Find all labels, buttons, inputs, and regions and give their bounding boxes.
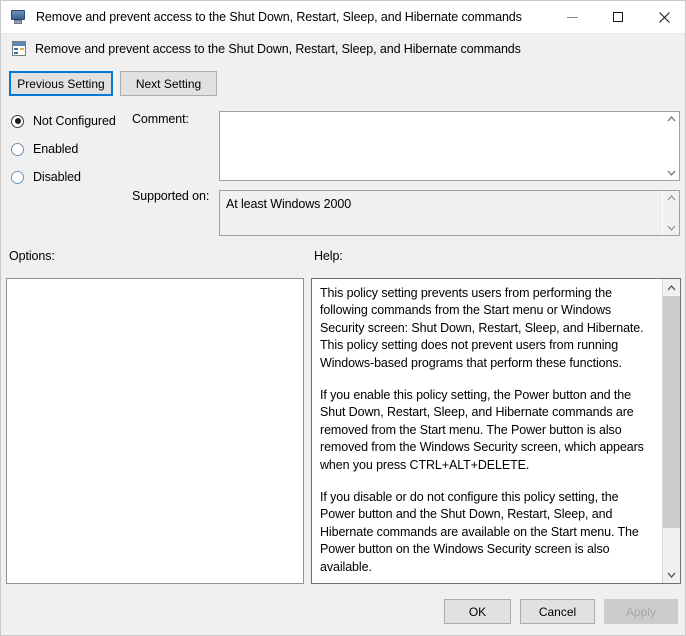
help-paragraph: If you enable this policy setting, the P… — [320, 388, 644, 472]
comment-label: Comment: — [132, 112, 189, 126]
help-label: Help: — [314, 249, 343, 263]
help-scroll-track[interactable] — [663, 296, 680, 566]
policy-header: Remove and prevent access to the Shut Do… — [11, 41, 521, 57]
close-icon[interactable] — [641, 1, 685, 33]
options-label: Options: — [9, 249, 55, 263]
radio-not-configured[interactable]: Not Configured — [11, 114, 116, 128]
radio-mark-enabled — [11, 142, 24, 156]
help-text: This policy setting prevents users from … — [312, 279, 662, 583]
group-policy-setting-dialog: Remove and prevent access to the Shut Do… — [0, 0, 686, 636]
policy-name: Remove and prevent access to the Shut Do… — [35, 42, 521, 56]
window-controls — [549, 1, 685, 33]
radio-mark-not-configured — [11, 114, 24, 128]
scroll-down-icon[interactable] — [663, 566, 680, 583]
apply-button: Apply — [604, 599, 678, 624]
supported-on-textbox[interactable]: At least Windows 2000 — [219, 190, 680, 236]
title-bar[interactable]: Remove and prevent access to the Shut Do… — [1, 1, 685, 33]
policy-monitor-icon — [11, 9, 27, 25]
comment-scrollbar[interactable] — [662, 112, 679, 180]
scroll-down-icon[interactable] — [663, 166, 679, 180]
help-scrollbar[interactable] — [662, 279, 680, 583]
scroll-up-icon[interactable] — [663, 112, 679, 126]
next-setting-button[interactable]: Next Setting — [120, 71, 217, 96]
radio-label-not-configured: Not Configured — [33, 114, 116, 128]
supported-on-value: At least Windows 2000 — [226, 197, 352, 211]
scroll-down-icon[interactable] — [663, 221, 679, 235]
previous-setting-button[interactable]: Previous Setting — [9, 71, 113, 96]
ok-button[interactable]: OK — [444, 599, 511, 624]
help-paragraph: If you disable or do not configure this … — [320, 490, 639, 574]
minimize-icon[interactable] — [549, 1, 595, 33]
radio-enabled[interactable]: Enabled — [11, 142, 78, 156]
radio-disabled[interactable]: Disabled — [11, 170, 81, 184]
options-panel[interactable] — [6, 278, 304, 584]
supported-on-scrollbar[interactable] — [662, 191, 679, 235]
supported-on-label: Supported on: — [132, 189, 210, 203]
maximize-icon[interactable] — [595, 1, 641, 33]
help-paragraph: This policy setting prevents users from … — [320, 286, 644, 370]
help-panel[interactable]: This policy setting prevents users from … — [311, 278, 681, 584]
comment-textbox[interactable] — [219, 111, 680, 181]
cancel-button[interactable]: Cancel — [520, 599, 595, 624]
titlebar-divider — [1, 33, 685, 34]
help-scroll-thumb[interactable] — [663, 296, 680, 529]
radio-mark-disabled — [11, 170, 24, 184]
scroll-up-icon[interactable] — [663, 191, 679, 205]
policy-setting-icon — [11, 41, 27, 57]
window-title: Remove and prevent access to the Shut Do… — [36, 10, 522, 24]
comment-input[interactable] — [220, 112, 662, 180]
radio-label-disabled: Disabled — [33, 170, 81, 184]
scroll-up-icon[interactable] — [663, 279, 680, 296]
radio-label-enabled: Enabled — [33, 142, 79, 156]
